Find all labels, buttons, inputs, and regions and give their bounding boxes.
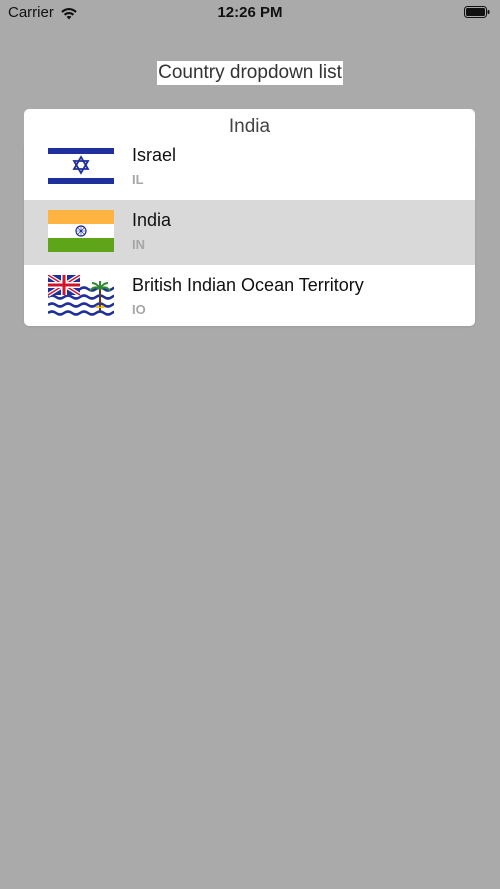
list-item-code: IL <box>132 172 144 187</box>
list-item-code: IO <box>132 302 146 317</box>
status-bar: Carrier 12:26 PM <box>0 0 500 26</box>
israel-flag-icon <box>48 145 114 187</box>
list-item-name: British Indian Ocean Territory <box>132 275 364 295</box>
list-item-india[interactable]: India IN <box>24 200 475 265</box>
india-flag-icon <box>48 210 114 252</box>
status-time: 12:26 PM <box>217 4 283 21</box>
dropdown-selected-value: India <box>228 116 271 137</box>
list-item-british-indian-ocean-territory[interactable]: British Indian Ocean Territory IO <box>24 265 475 326</box>
list-item-israel[interactable]: Israel IL <box>24 145 475 200</box>
list-item-name: Israel <box>132 145 177 165</box>
page-title-label: Country dropdown list <box>157 61 343 85</box>
country-dropdown-field[interactable]: India <box>24 109 475 145</box>
page-title: Country dropdown list <box>0 61 500 85</box>
country-dropdown-list: Israel IL India IN British Indian Ocean … <box>24 145 475 326</box>
british-indian-ocean-territory-flag-icon <box>48 275 114 317</box>
list-item-name: India <box>132 210 172 230</box>
list-item-code: IN <box>132 237 145 252</box>
battery-icon <box>464 6 490 18</box>
